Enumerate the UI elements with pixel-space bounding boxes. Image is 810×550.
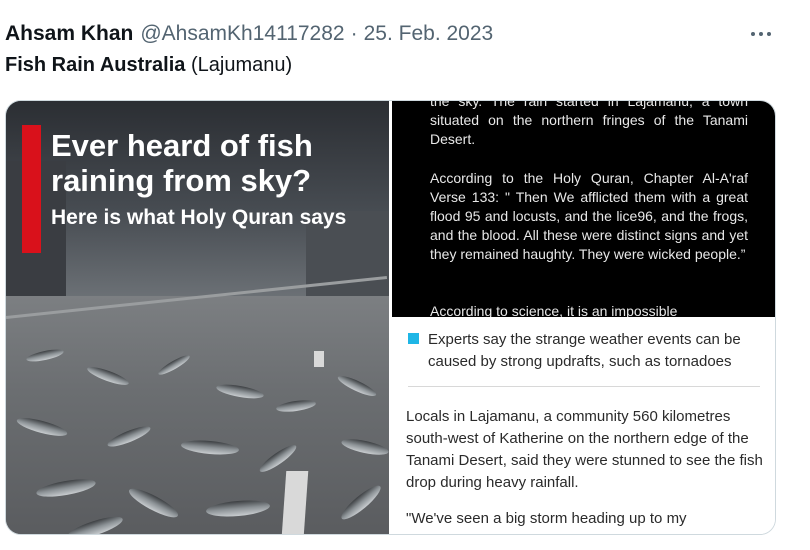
article-bullet-text: Experts say the strange weather events c… bbox=[428, 331, 741, 370]
author-name[interactable]: Ahsam Khan bbox=[5, 22, 133, 46]
image-headline: Ever heard of fish raining from sky? bbox=[51, 128, 313, 198]
image-road bbox=[6, 296, 389, 534]
news-article-image[interactable]: Experts say the strange weather events c… bbox=[392, 317, 775, 534]
bullet-square-icon bbox=[408, 333, 419, 344]
tweet-header: Ahsam Khan @AhsamKh14117282 · 25. Feb. 2… bbox=[5, 20, 493, 48]
author-handle[interactable]: @AhsamKh14117282 bbox=[140, 22, 344, 46]
more-options-button[interactable] bbox=[744, 20, 778, 48]
article-text-image[interactable]: the sky. The rain started in Lajamanu, a… bbox=[392, 101, 775, 317]
tweet-text: Fish Rain Australia (Lajumanu) bbox=[5, 54, 292, 77]
tweet-text-rest: (Lajumanu) bbox=[190, 54, 293, 76]
tweet-media[interactable]: Ever heard of fish raining from sky? Her… bbox=[5, 100, 776, 535]
tweet-text-bold: Fish Rain Australia bbox=[5, 54, 186, 76]
image-subheadline: Here is what Holy Quran says bbox=[51, 206, 347, 229]
article-divider bbox=[408, 386, 760, 387]
header-separator: · bbox=[350, 22, 358, 45]
tweet-timestamp[interactable]: 25. Feb. 2023 bbox=[364, 22, 494, 46]
more-horizontal-icon bbox=[751, 32, 755, 36]
more-horizontal-icon bbox=[759, 32, 763, 36]
article-paragraph: "We've seen a big storm heading up to my bbox=[406, 510, 687, 527]
tweet: Ahsam Khan @AhsamKh14117282 · 25. Feb. 2… bbox=[0, 0, 810, 550]
fish-road-image[interactable]: Ever heard of fish raining from sky? Her… bbox=[6, 101, 389, 534]
article-paragraph: Locals in Lajamanu, a community 560 kilo… bbox=[406, 408, 763, 491]
lane-marking bbox=[314, 351, 324, 367]
more-horizontal-icon bbox=[767, 32, 771, 36]
article-text-paragraph: the sky. The rain started in Lajamanu, a… bbox=[430, 101, 748, 147]
headline-accent-bar bbox=[22, 125, 41, 253]
article-text-paragraph: According to the Holy Quran, Chapter Al-… bbox=[430, 170, 748, 262]
lane-marking bbox=[281, 471, 309, 534]
article-text-paragraph: According to science, it is an impossibl… bbox=[430, 303, 678, 317]
